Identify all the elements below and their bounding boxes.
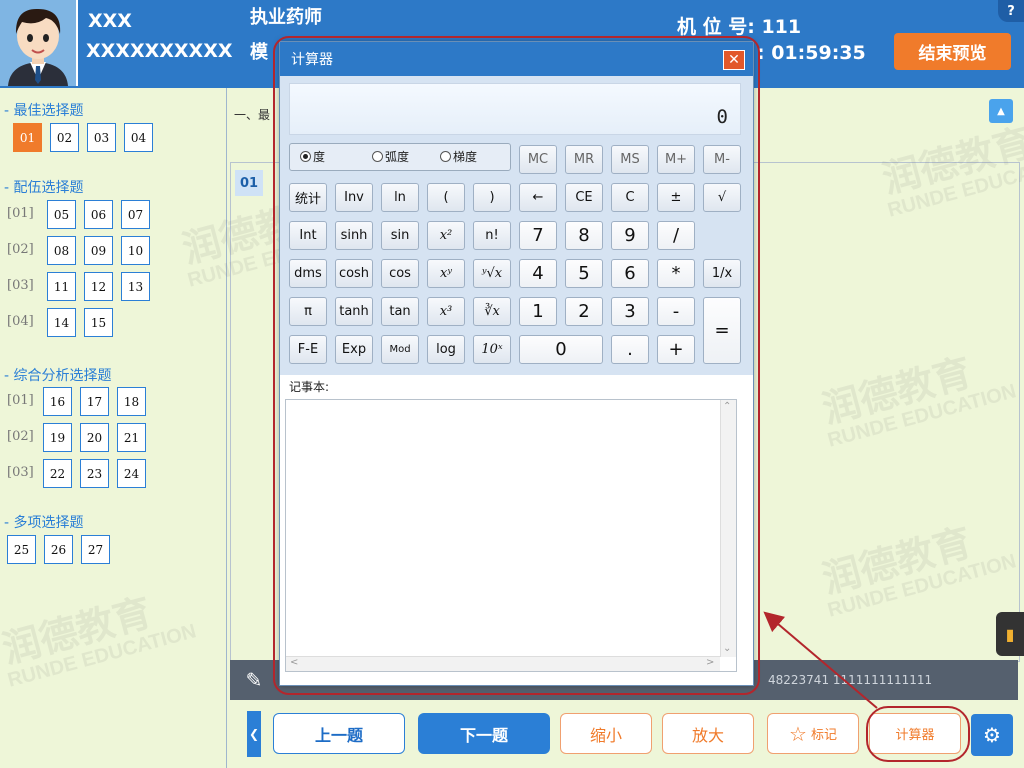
question-nav-item[interactable]: 12 bbox=[84, 272, 113, 301]
question-nav-item[interactable]: 09 bbox=[84, 236, 113, 265]
calculator-button-highlight bbox=[866, 706, 970, 762]
group-label: [03] bbox=[7, 278, 34, 293]
question-nav-item[interactable]: 04 bbox=[124, 123, 153, 152]
enlarge-button[interactable]: 放大 bbox=[662, 713, 754, 754]
question-nav-item[interactable]: 24 bbox=[117, 459, 146, 488]
section-title: - 最佳选择题 bbox=[4, 103, 84, 119]
group-label: [01] bbox=[7, 206, 34, 221]
group-label: [03] bbox=[7, 465, 34, 480]
next-question-button[interactable]: 下一题 bbox=[418, 713, 550, 754]
user-avatar bbox=[0, 0, 78, 86]
group-label: [02] bbox=[7, 242, 34, 257]
section-title: - 配伍选择题 bbox=[4, 180, 84, 196]
question-nav-item[interactable]: 13 bbox=[121, 272, 150, 301]
seat-number: 机 位 号: 111 bbox=[677, 16, 802, 38]
question-nav-item[interactable]: 01 bbox=[13, 123, 42, 152]
question-nav-item[interactable]: 11 bbox=[47, 272, 76, 301]
prev-question-button[interactable]: 上一题 bbox=[273, 713, 405, 754]
question-nav-item[interactable]: 17 bbox=[80, 387, 109, 416]
user-name: XXX bbox=[88, 10, 132, 32]
pen-icon[interactable]: ✎ bbox=[240, 666, 268, 694]
section-heading: 一、最 bbox=[234, 108, 271, 122]
end-preview-button[interactable]: 结束预览 bbox=[894, 33, 1011, 70]
question-nav-item[interactable]: 03 bbox=[87, 123, 116, 152]
collapse-icon[interactable]: ▲︎ bbox=[989, 99, 1013, 123]
question-nav-item[interactable]: 27 bbox=[81, 535, 110, 564]
question-nav-item[interactable]: 25 bbox=[7, 535, 36, 564]
user-id: XXXXXXXXXX bbox=[86, 40, 233, 62]
question-nav-item[interactable]: 21 bbox=[117, 423, 146, 452]
question-nav-item[interactable]: 07 bbox=[121, 200, 150, 229]
question-nav-item[interactable]: 19 bbox=[43, 423, 72, 452]
calculator-highlight bbox=[273, 36, 760, 695]
exam-title: 执业药师 bbox=[250, 7, 322, 28]
usb-icon[interactable]: ▮ bbox=[996, 612, 1024, 656]
status-text: 48223741 1111111111111 bbox=[768, 673, 933, 687]
star-icon: ☆ bbox=[789, 721, 807, 746]
shrink-button[interactable]: 缩小 bbox=[560, 713, 652, 754]
question-nav-item[interactable]: 15 bbox=[84, 308, 113, 337]
question-nav-item[interactable]: 05 bbox=[47, 200, 76, 229]
chevron-left-icon[interactable]: ❮ bbox=[247, 711, 261, 757]
question-nav-item[interactable]: 20 bbox=[80, 423, 109, 452]
help-icon[interactable]: ? bbox=[998, 0, 1024, 22]
group-label: [01] bbox=[7, 393, 34, 408]
question-number: 01 bbox=[235, 170, 263, 196]
section-title: - 综合分析选择题 bbox=[4, 368, 112, 384]
question-nav-item[interactable]: 08 bbox=[47, 236, 76, 265]
mark-label: 标记 bbox=[810, 728, 837, 743]
question-nav-item[interactable]: 23 bbox=[80, 459, 109, 488]
countdown-timer: : 01:59:35 bbox=[757, 42, 866, 64]
question-nav-item[interactable]: 10 bbox=[121, 236, 150, 265]
group-label: [04] bbox=[7, 314, 34, 329]
question-nav-item[interactable]: 18 bbox=[117, 387, 146, 416]
exam-mode: 模 bbox=[250, 42, 268, 63]
question-navigator: - 最佳选择题 01 02 03 04 - 配伍选择题 [01] 05 06 07 [02] 08 09… bbox=[0, 88, 227, 768]
question-nav-item[interactable]: 02 bbox=[50, 123, 79, 152]
group-label: [02] bbox=[7, 429, 34, 444]
question-nav-item[interactable]: 14 bbox=[47, 308, 76, 337]
question-nav-item[interactable]: 26 bbox=[44, 535, 73, 564]
section-title: - 多项选择题 bbox=[4, 515, 84, 531]
mark-button[interactable]: ☆ 标记 bbox=[767, 713, 859, 754]
gear-icon[interactable]: ⚙ bbox=[971, 714, 1013, 756]
question-nav-item[interactable]: 16 bbox=[43, 387, 72, 416]
question-nav-item[interactable]: 06 bbox=[84, 200, 113, 229]
question-nav-item[interactable]: 22 bbox=[43, 459, 72, 488]
